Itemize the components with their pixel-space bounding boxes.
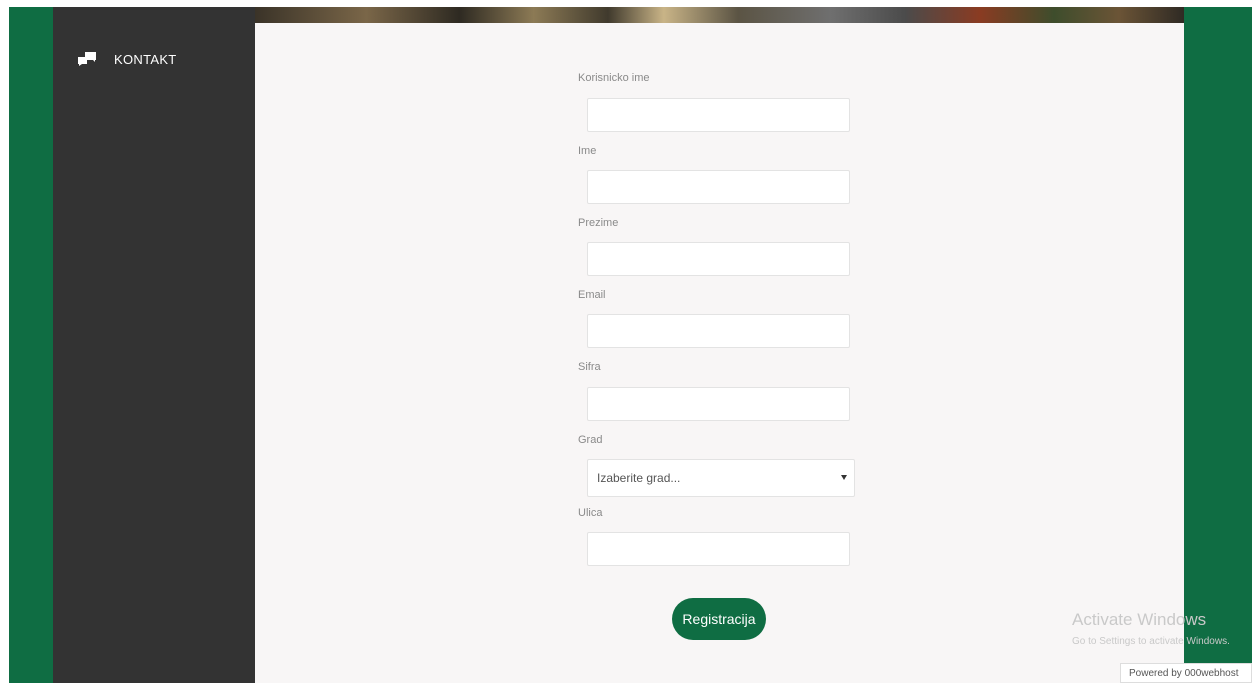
street-label: Ulica <box>578 507 603 519</box>
dropdown-arrow-icon <box>841 475 847 480</box>
first-name-label: Ime <box>578 145 597 157</box>
city-select-value: Izaberite grad... <box>597 471 681 485</box>
email-label: Email <box>578 289 606 301</box>
sidebar-item-label: KONTAKT <box>114 51 177 67</box>
city-label: Grad <box>578 434 603 446</box>
password-label: Sifra <box>578 361 601 373</box>
city-select[interactable]: Izaberite grad... <box>587 459 855 497</box>
partial-menu-icon <box>78 0 92 7</box>
main-content: Korisnicko ime Ime Prezime Email Sifra G… <box>255 23 1184 683</box>
username-label: Korisnicko ime <box>578 72 650 84</box>
left-green-band <box>9 7 53 683</box>
right-green-band <box>1184 7 1252 683</box>
last-name-input[interactable] <box>587 242 850 276</box>
register-button[interactable]: Registracija <box>672 598 766 640</box>
sidebar-item-partial[interactable] <box>78 0 198 11</box>
watermark-subtitle: Go to Settings to activate Windows. <box>1072 636 1230 647</box>
username-input[interactable] <box>587 98 850 132</box>
sidebar-item-kontakt[interactable]: KONTAKT <box>78 51 177 67</box>
password-input[interactable] <box>587 387 850 421</box>
watermark-title: Activate Windows <box>1072 610 1207 629</box>
header-banner-image <box>255 7 1184 23</box>
last-name-label: Prezime <box>578 217 619 229</box>
sidebar: KONTAKT <box>53 0 255 683</box>
email-input[interactable] <box>587 314 850 348</box>
street-input[interactable] <box>587 532 850 566</box>
powered-by-badge[interactable]: Powered by 000webhost <box>1120 663 1252 683</box>
first-name-input[interactable] <box>587 170 850 204</box>
chat-icon <box>78 52 96 66</box>
activate-windows-watermark: Activate Windows Go to Settings to activ… <box>1072 610 1230 647</box>
